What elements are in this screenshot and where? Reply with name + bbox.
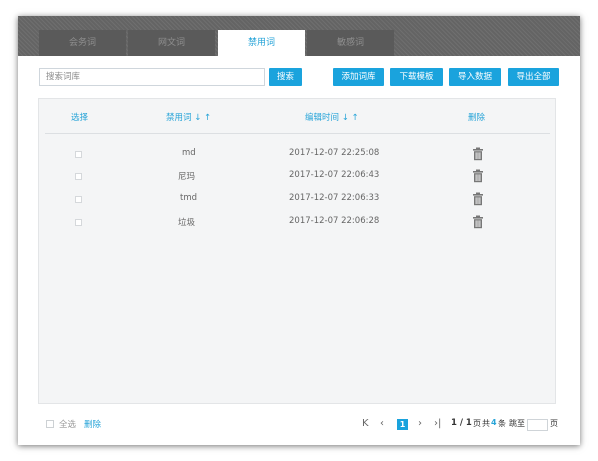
total-count: 4 bbox=[491, 418, 497, 427]
add-lexicon-button[interactable]: 添加词库 bbox=[333, 68, 384, 86]
jump-suffix: 页 bbox=[550, 419, 558, 428]
tab-banned-words[interactable]: 禁用词 bbox=[218, 30, 305, 56]
row-word: tmd bbox=[180, 193, 198, 203]
tab-meeting-words[interactable]: 会务词 bbox=[39, 30, 126, 56]
header-divider bbox=[45, 133, 550, 134]
last-page-icon[interactable]: ›| bbox=[434, 418, 441, 429]
header-select: 选择 bbox=[71, 113, 89, 123]
batch-delete-link[interactable]: 删除 bbox=[84, 418, 101, 430]
page-info: 1 / 1 bbox=[451, 418, 472, 428]
row-checkbox[interactable] bbox=[75, 196, 82, 203]
jump-label: 跳至 bbox=[509, 419, 525, 428]
table-row: md 2017-12-07 22:25:08 bbox=[39, 145, 557, 167]
select-all-label[interactable]: 全选 bbox=[59, 418, 76, 430]
table-footer: 全选 删除 K ‹ 1 › ›| 1 / 1 页 共 4 条 跳至 页 bbox=[18, 414, 580, 434]
trash-icon[interactable] bbox=[472, 215, 484, 229]
row-word: 垃圾 bbox=[178, 218, 196, 228]
page-unit: 页 bbox=[473, 419, 481, 428]
page-jump-input[interactable] bbox=[527, 419, 548, 431]
tab-bar: 会务词 网文词 禁用词 敏感词 bbox=[18, 16, 580, 56]
download-template-button[interactable]: 下载模板 bbox=[390, 68, 443, 86]
header-word-sort[interactable]: 禁用词 ↓ ↑ bbox=[166, 111, 211, 123]
row-word: 尼玛 bbox=[178, 172, 196, 182]
header-time-sort[interactable]: 编辑时间 ↓ ↑ bbox=[305, 111, 359, 123]
tab-web-words[interactable]: 网文词 bbox=[128, 30, 215, 56]
tab-sensitive-words[interactable]: 敏感词 bbox=[307, 30, 394, 56]
row-time: 2017-12-07 22:25:08 bbox=[289, 148, 380, 158]
current-page[interactable]: 1 bbox=[397, 419, 408, 430]
header-delete: 删除 bbox=[468, 113, 486, 123]
table-row: tmd 2017-12-07 22:06:33 bbox=[39, 190, 557, 212]
export-all-button[interactable]: 导出全部 bbox=[508, 68, 559, 86]
import-data-button[interactable]: 导入数据 bbox=[449, 68, 501, 86]
app-window: 会务词 网文词 禁用词 敏感词 搜索 添加词库 下载模板 导入数据 导出全部 选… bbox=[18, 16, 580, 445]
row-checkbox[interactable] bbox=[75, 173, 82, 180]
first-page-icon[interactable]: K bbox=[362, 418, 369, 429]
trash-icon[interactable] bbox=[472, 192, 484, 206]
row-checkbox[interactable] bbox=[75, 219, 82, 226]
word-table: 选择 禁用词 ↓ ↑ 编辑时间 ↓ ↑ 删除 md 2017-12-07 22:… bbox=[38, 98, 556, 404]
prev-page-icon[interactable]: ‹ bbox=[380, 418, 384, 429]
next-page-icon[interactable]: › bbox=[418, 418, 422, 429]
trash-icon[interactable] bbox=[472, 147, 484, 161]
row-time: 2017-12-07 22:06:43 bbox=[289, 170, 380, 180]
select-all-checkbox[interactable] bbox=[46, 420, 54, 428]
row-time: 2017-12-07 22:06:28 bbox=[289, 216, 380, 226]
search-button[interactable]: 搜索 bbox=[269, 68, 302, 86]
row-checkbox[interactable] bbox=[75, 151, 82, 158]
trash-icon[interactable] bbox=[472, 169, 484, 183]
search-input[interactable] bbox=[39, 68, 265, 86]
total-suffix: 条 bbox=[498, 419, 506, 428]
row-word: md bbox=[182, 148, 196, 158]
total-prefix: 共 bbox=[482, 419, 490, 428]
table-row: 尼玛 2017-12-07 22:06:43 bbox=[39, 167, 557, 189]
row-time: 2017-12-07 22:06:33 bbox=[289, 193, 380, 203]
table-row: 垃圾 2017-12-07 22:06:28 bbox=[39, 213, 557, 235]
